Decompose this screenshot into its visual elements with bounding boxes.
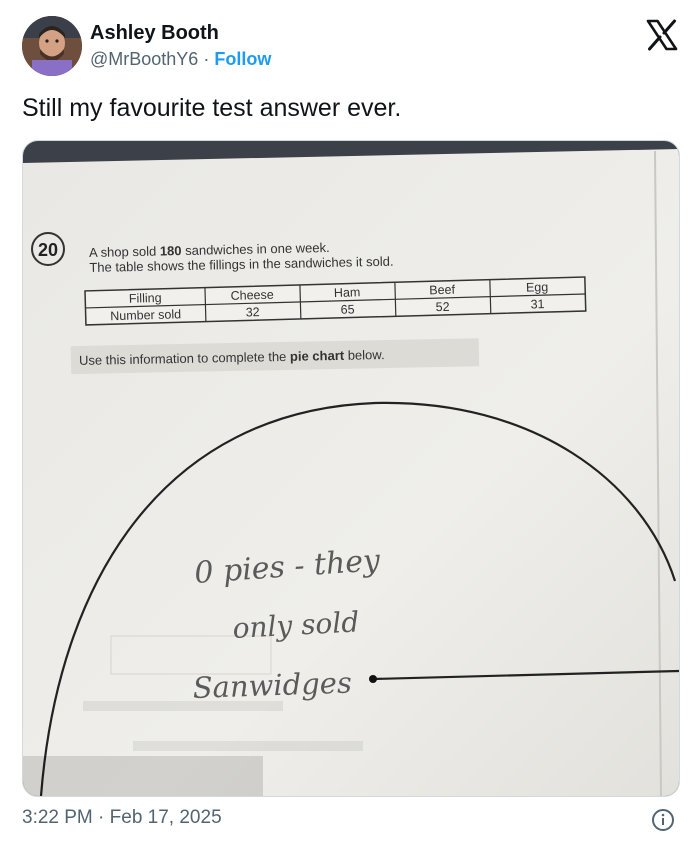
author-name[interactable]: Ashley Booth: [90, 22, 219, 45]
tweet-text: Still my favourite test answer ever.: [22, 94, 402, 122]
author-handle-row: @MrBoothY6 · Follow: [90, 49, 271, 70]
question-line1-bold: 180: [160, 243, 182, 258]
table-header-number-sold: Number sold: [110, 307, 181, 323]
instruction-post: below.: [344, 347, 385, 363]
x-logo-icon[interactable]: [645, 18, 679, 52]
photo-shadow: [23, 756, 263, 796]
avatar[interactable]: [22, 16, 82, 76]
tweet-photo[interactable]: 20 A shop sold 180 sandwiches in one wee…: [22, 140, 680, 797]
follow-button[interactable]: Follow: [214, 49, 271, 69]
table-cell-sold: 52: [435, 300, 449, 314]
table-cell-filling: Ham: [334, 285, 361, 300]
handwriting-line3: Sanwidges: [192, 665, 352, 705]
tweet-date[interactable]: Feb 17, 2025: [110, 807, 222, 828]
table-cell-filling: Egg: [526, 280, 549, 295]
table-cell-sold: 65: [340, 302, 354, 316]
pie-chart-centre-dot: [369, 675, 377, 683]
question-number: 20: [38, 240, 58, 260]
tweet-time[interactable]: 3:22 PM: [22, 807, 93, 828]
handwriting-line2: only sold: [232, 605, 360, 645]
tweet-timestamp[interactable]: 3:22 PM · Feb 17, 2025: [22, 807, 222, 829]
instruction-bold: pie chart: [290, 348, 345, 364]
question-line1-pre: A shop sold: [89, 244, 160, 260]
timestamp-separator: ·: [98, 807, 105, 828]
table-cell-sold: 31: [530, 297, 544, 311]
table-cell-filling: Beef: [429, 283, 456, 298]
table-cell-filling: Cheese: [230, 288, 274, 303]
table-cell-sold: 32: [246, 305, 260, 319]
author-handle[interactable]: @MrBoothY6: [90, 49, 198, 69]
table-header-filling: Filling: [129, 291, 162, 306]
handle-separator: ·: [203, 49, 210, 69]
tweet-card: Ashley Booth @MrBoothY6 · Follow Still m…: [0, 0, 700, 843]
info-icon[interactable]: [651, 808, 675, 832]
